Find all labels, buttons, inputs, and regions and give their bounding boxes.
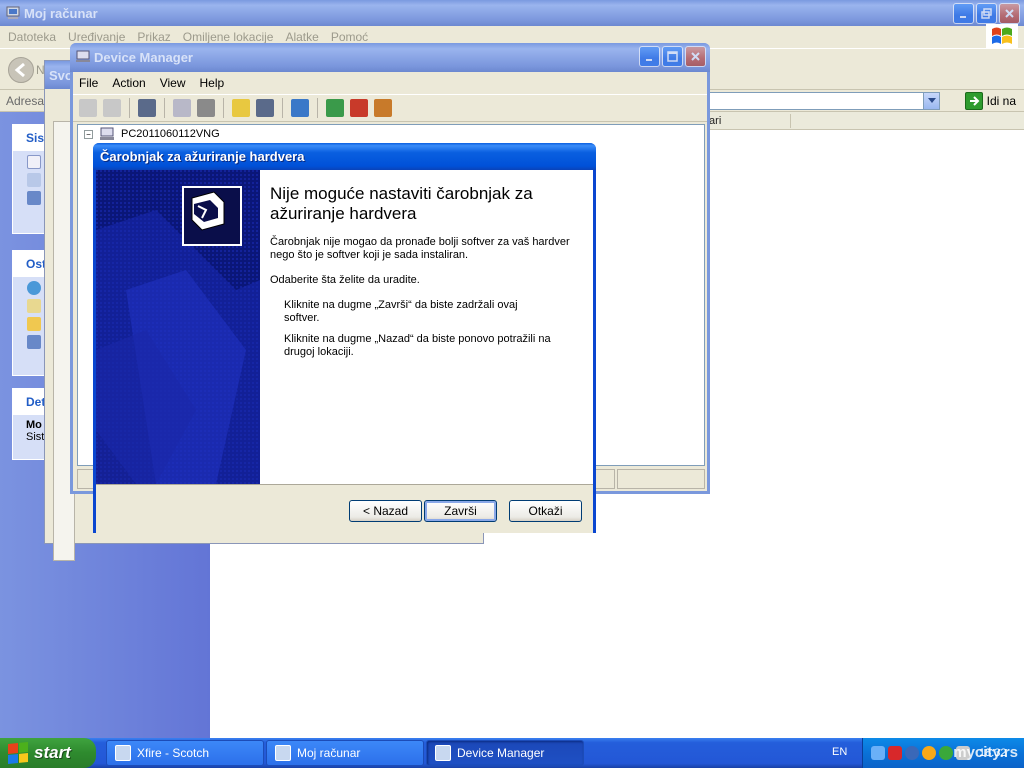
tree-root-node[interactable]: − PC2011060112VNG <box>84 127 220 141</box>
forward-icon[interactable] <box>103 99 121 117</box>
collapse-icon[interactable]: − <box>84 129 93 139</box>
wizard-paragraph-2: Odaberite šta želite da uradite. <box>270 274 420 286</box>
help-icon[interactable] <box>232 99 250 117</box>
language-indicator[interactable]: EN <box>832 746 847 758</box>
taskbar: start Xfire - Scotch Moj računar Device … <box>0 738 1024 768</box>
dm-close-button[interactable] <box>685 46 706 67</box>
wizard-title: Čarobnjak za ažuriranje hardvera <box>100 149 305 164</box>
menu-uredjivanje[interactable]: Uređivanje <box>64 30 133 44</box>
menu-datoteka[interactable]: Datoteka <box>4 30 64 44</box>
back-icon[interactable] <box>79 99 97 117</box>
watermark: mycity.rs <box>953 744 1018 761</box>
hardware-wizard-icon <box>182 186 242 246</box>
dm-menu-view[interactable]: View <box>160 76 186 90</box>
chevron-down-icon[interactable] <box>923 93 939 109</box>
wizard-button-bar: < Nazad Završi Otkaži <box>96 484 593 533</box>
dm-minimize-button[interactable] <box>639 46 660 67</box>
taskbar-item-label: Device Manager <box>457 746 545 760</box>
dm-toolbar <box>73 94 707 122</box>
add-remove-icon[interactable] <box>27 173 41 187</box>
messenger-icon[interactable] <box>939 746 953 760</box>
show-hide-console-icon[interactable] <box>256 99 274 117</box>
go-arrow-icon <box>964 92 983 110</box>
close-icon <box>691 52 700 61</box>
xfire-icon <box>115 745 131 761</box>
minimize-icon <box>646 59 652 61</box>
device-manager-title: Device Manager <box>94 50 193 65</box>
wizard-paragraph-1: Čarobnjak nije mogao da pronađe bolji so… <box>270 236 570 261</box>
wizard-side-graphic <box>96 170 260 484</box>
wizard-heading: Nije moguće nastaviti čarobnjak za ažuri… <box>270 184 533 223</box>
dm-maximize-button[interactable] <box>662 46 683 67</box>
computer-icon <box>100 127 114 140</box>
dm-menu-bar: File Action View Help <box>73 72 707 94</box>
show-hide-tree-icon[interactable] <box>138 99 156 117</box>
my-computer-icon <box>6 6 20 19</box>
wizard-option-finish: Kliknite na dugme „Završi“ da biste zadr… <box>284 299 518 324</box>
column-header[interactable]: tari <box>704 112 1024 130</box>
back-button[interactable] <box>8 57 34 83</box>
windows-flag-icon <box>8 741 28 765</box>
properties-icon[interactable] <box>173 99 191 117</box>
device-manager-icon <box>435 745 451 761</box>
taskbar-item-my-computer[interactable]: Moj računar <box>266 740 424 766</box>
taskbar-item-label: Xfire - Scotch <box>137 746 210 760</box>
go-button[interactable]: Idi na <box>964 92 1016 110</box>
address-label: Adresa <box>6 94 45 108</box>
my-computer-icon <box>275 745 291 761</box>
dm-menu-file[interactable]: File <box>79 76 98 90</box>
update-icon[interactable] <box>922 746 936 760</box>
tree-root-label: PC2011060112VNG <box>121 128 220 140</box>
uninstall-icon[interactable] <box>350 99 368 117</box>
network-icon[interactable] <box>871 746 885 760</box>
update-driver-icon[interactable] <box>326 99 344 117</box>
scan-hardware-icon[interactable] <box>291 99 309 117</box>
minimize-button[interactable] <box>953 3 974 24</box>
explorer-title: Moj računar <box>24 5 98 21</box>
minimize-icon <box>960 16 966 18</box>
restore-icon <box>981 8 992 19</box>
taskbar-item-device-manager[interactable]: Device Manager <box>426 740 584 766</box>
xfire-tray-icon[interactable] <box>905 746 919 760</box>
network-places-icon[interactable] <box>27 281 41 295</box>
control-panel-icon[interactable] <box>27 335 41 349</box>
change-setting-icon[interactable] <box>27 191 41 205</box>
device-manager-title-bar[interactable]: Device Manager <box>70 43 710 72</box>
menu-alatke[interactable]: Alatke <box>281 30 326 44</box>
explorer-title-bar[interactable]: Moj računar <box>0 0 1024 26</box>
maximize-icon <box>667 51 678 62</box>
start-button[interactable]: start <box>0 738 96 768</box>
print-icon[interactable] <box>197 99 215 117</box>
wizard-title-bar[interactable]: Čarobnjak za ažuriranje hardvera <box>93 143 596 170</box>
dm-menu-help[interactable]: Help <box>200 76 225 90</box>
system-info-icon[interactable] <box>27 155 41 169</box>
address-input[interactable] <box>704 92 940 110</box>
my-documents-icon[interactable] <box>27 299 41 313</box>
security-shield-icon[interactable] <box>888 746 902 760</box>
menu-prikaz[interactable]: Prikaz <box>133 30 178 44</box>
close-button[interactable] <box>999 3 1020 24</box>
back-arrow-icon <box>14 62 25 78</box>
hardware-update-wizard: Čarobnjak za ažuriranje hardvera Nije mo… <box>93 143 596 533</box>
cancel-button[interactable]: Otkaži <box>509 500 582 522</box>
finish-button[interactable]: Završi <box>424 500 497 522</box>
device-manager-icon <box>76 50 90 62</box>
taskbar-item-label: Moj računar <box>297 746 361 760</box>
menu-omiljene[interactable]: Omiljene lokacije <box>179 30 282 44</box>
windows-logo-icon <box>986 24 1018 48</box>
dm-menu-action[interactable]: Action <box>112 76 145 90</box>
wizard-content: Nije moguće nastaviti čarobnjak za ažuri… <box>260 170 593 484</box>
close-icon <box>1005 9 1014 18</box>
disable-icon[interactable] <box>374 99 392 117</box>
wizard-option-back: Kliknite na dugme „Nazad“ da biste ponov… <box>284 333 551 358</box>
taskbar-item-xfire[interactable]: Xfire - Scotch <box>106 740 264 766</box>
back-button[interactable]: < Nazad <box>349 500 422 522</box>
go-label: Idi na <box>986 94 1016 108</box>
shared-docs-icon[interactable] <box>27 317 41 331</box>
start-label: start <box>34 743 71 762</box>
menu-pomoc[interactable]: Pomoć <box>327 30 376 44</box>
column-divider[interactable] <box>790 114 791 128</box>
maximize-button[interactable] <box>976 3 997 24</box>
